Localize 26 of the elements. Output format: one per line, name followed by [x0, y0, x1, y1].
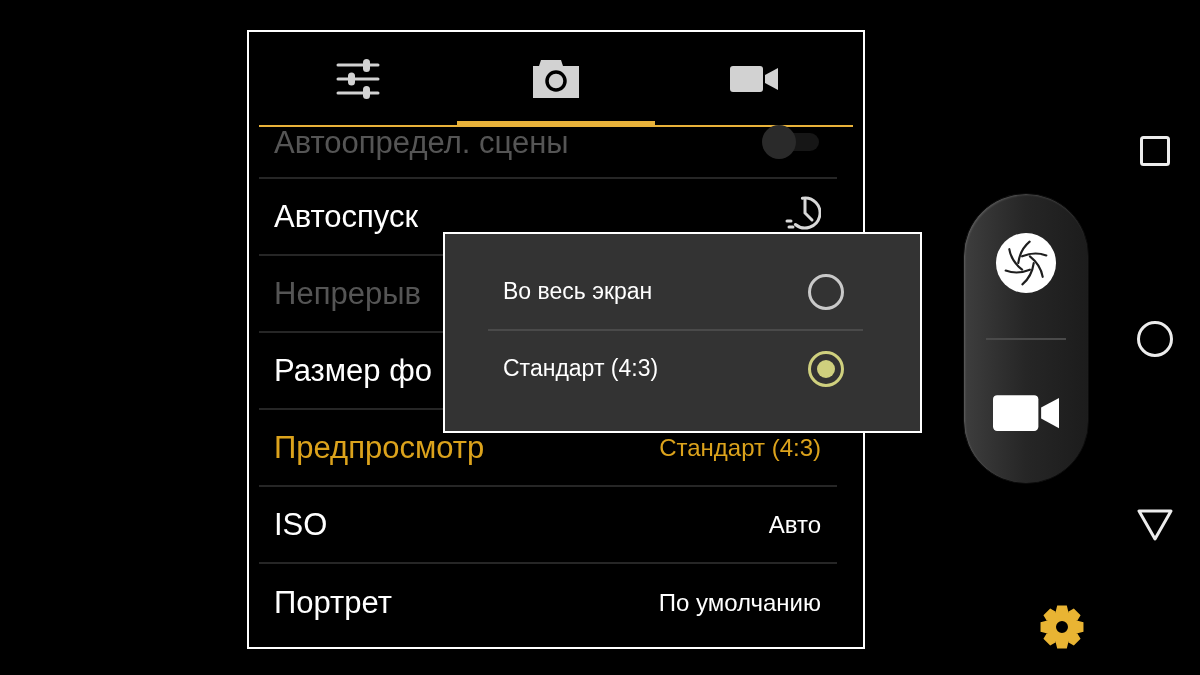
- setting-label: Автоопредел. сцены: [274, 126, 569, 158]
- setting-value: Авто: [768, 512, 821, 537]
- setting-label: Непрерыв: [274, 278, 421, 309]
- video-camera-icon: [730, 65, 778, 92]
- sliders-icon: [336, 58, 380, 99]
- setting-value: Стандарт (4:3): [659, 435, 821, 460]
- setting-label: Размер фо: [274, 355, 432, 386]
- setting-label: Портрет: [274, 587, 392, 618]
- setting-label: Предпросмотр: [274, 432, 485, 463]
- timer-icon: [785, 194, 821, 231]
- option-item[interactable]: Стандарт (4:3): [488, 331, 863, 406]
- setting-value: По умолчанию: [658, 590, 821, 615]
- recents-icon[interactable]: [1140, 136, 1170, 166]
- back-icon[interactable]: [1137, 509, 1173, 541]
- setting-label: Автоспуск: [274, 201, 419, 232]
- option-label: Стандарт (4:3): [503, 357, 659, 380]
- video-camera-icon[interactable]: [993, 395, 1059, 431]
- aperture-icon[interactable]: [995, 232, 1057, 294]
- settings-item[interactable]: ISO Авто: [259, 487, 837, 564]
- settings-icon[interactable]: [1040, 605, 1084, 649]
- settings-item[interactable]: Портрет По умолчанию: [259, 564, 837, 641]
- option-label: Во весь экран: [503, 280, 653, 303]
- home-icon[interactable]: [1137, 321, 1173, 357]
- option-item[interactable]: Во весь экран: [488, 254, 863, 329]
- setting-label: ISO: [274, 509, 328, 540]
- camera-icon: [533, 59, 579, 98]
